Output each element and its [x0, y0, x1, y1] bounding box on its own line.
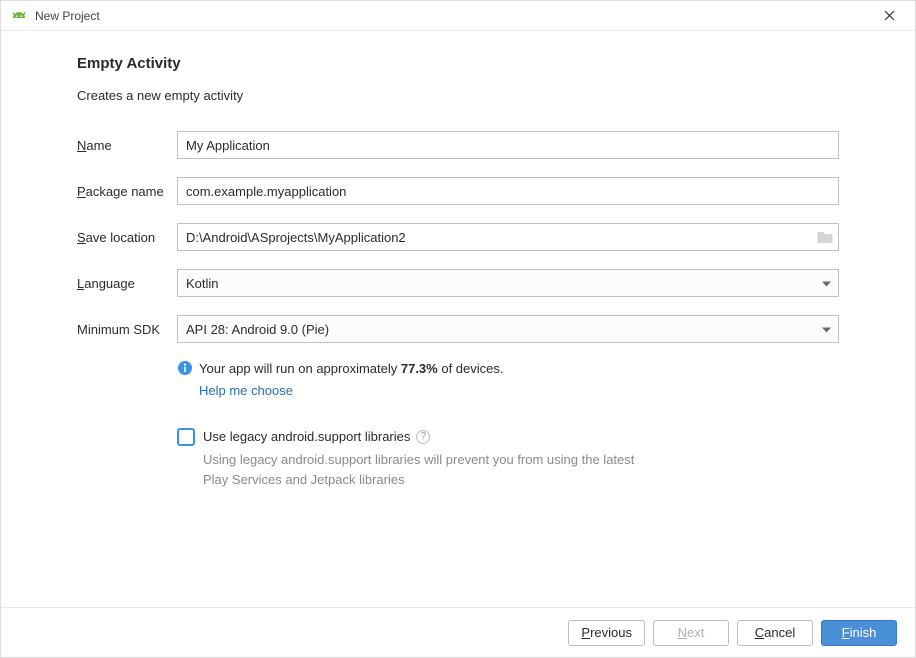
minimum-sdk-value: API 28: Android 9.0 (Pie)	[186, 322, 329, 337]
chevron-down-icon	[822, 322, 831, 337]
package-name-input[interactable]	[177, 177, 839, 205]
next-button: Next	[653, 620, 729, 646]
legacy-libraries-checkbox[interactable]	[177, 428, 195, 446]
close-button[interactable]	[869, 2, 909, 30]
row-min-sdk: Minimum SDK API 28: Android 9.0 (Pie)	[77, 315, 839, 343]
close-icon	[884, 10, 895, 21]
previous-button[interactable]: Previous	[568, 620, 645, 646]
legacy-libraries-row: Use legacy android.support libraries ? U…	[177, 428, 839, 489]
folder-icon	[817, 231, 833, 244]
label-name: Name	[77, 138, 177, 153]
chevron-down-icon	[822, 276, 831, 291]
dialog-footer: Previous Next Cancel Finish	[1, 607, 915, 657]
legacy-libraries-hint: Using legacy android.support libraries w…	[203, 450, 663, 489]
info-icon	[177, 360, 193, 376]
finish-button[interactable]: Finish	[821, 620, 897, 646]
language-value: Kotlin	[186, 276, 219, 291]
language-select[interactable]: Kotlin	[177, 269, 839, 297]
name-input[interactable]	[177, 131, 839, 159]
dialog-content: Empty Activity Creates a new empty activ…	[1, 31, 915, 607]
cancel-button[interactable]: Cancel	[737, 620, 813, 646]
help-me-choose-link[interactable]: Help me choose	[199, 381, 293, 401]
browse-folder-button[interactable]	[817, 231, 833, 244]
coverage-prefix: Your app will run on approximately	[199, 361, 401, 376]
coverage-percentage: 77.3%	[401, 361, 438, 376]
row-save-location: Save location	[77, 223, 839, 251]
coverage-suffix: of devices.	[438, 361, 504, 376]
device-coverage-info: Your app will run on approximately 77.3%…	[177, 359, 839, 400]
save-location-input[interactable]	[177, 223, 839, 251]
page-heading: Empty Activity	[77, 55, 839, 72]
minimum-sdk-select[interactable]: API 28: Android 9.0 (Pie)	[177, 315, 839, 343]
page-subtitle: Creates a new empty activity	[77, 88, 839, 103]
row-name: Name	[77, 131, 839, 159]
help-icon[interactable]: ?	[416, 430, 430, 444]
titlebar: New Project	[1, 1, 915, 31]
new-project-dialog: New Project Empty Activity Creates a new…	[0, 0, 916, 658]
label-min-sdk: Minimum SDK	[77, 322, 177, 337]
android-icon	[11, 8, 27, 24]
legacy-libraries-label: Use legacy android.support libraries	[203, 429, 410, 444]
label-package: Package name	[77, 184, 177, 199]
row-language: Language Kotlin	[77, 269, 839, 297]
row-package: Package name	[77, 177, 839, 205]
label-language: Language	[77, 276, 177, 291]
label-save-location: Save location	[77, 230, 177, 245]
dialog-title: New Project	[35, 9, 869, 23]
